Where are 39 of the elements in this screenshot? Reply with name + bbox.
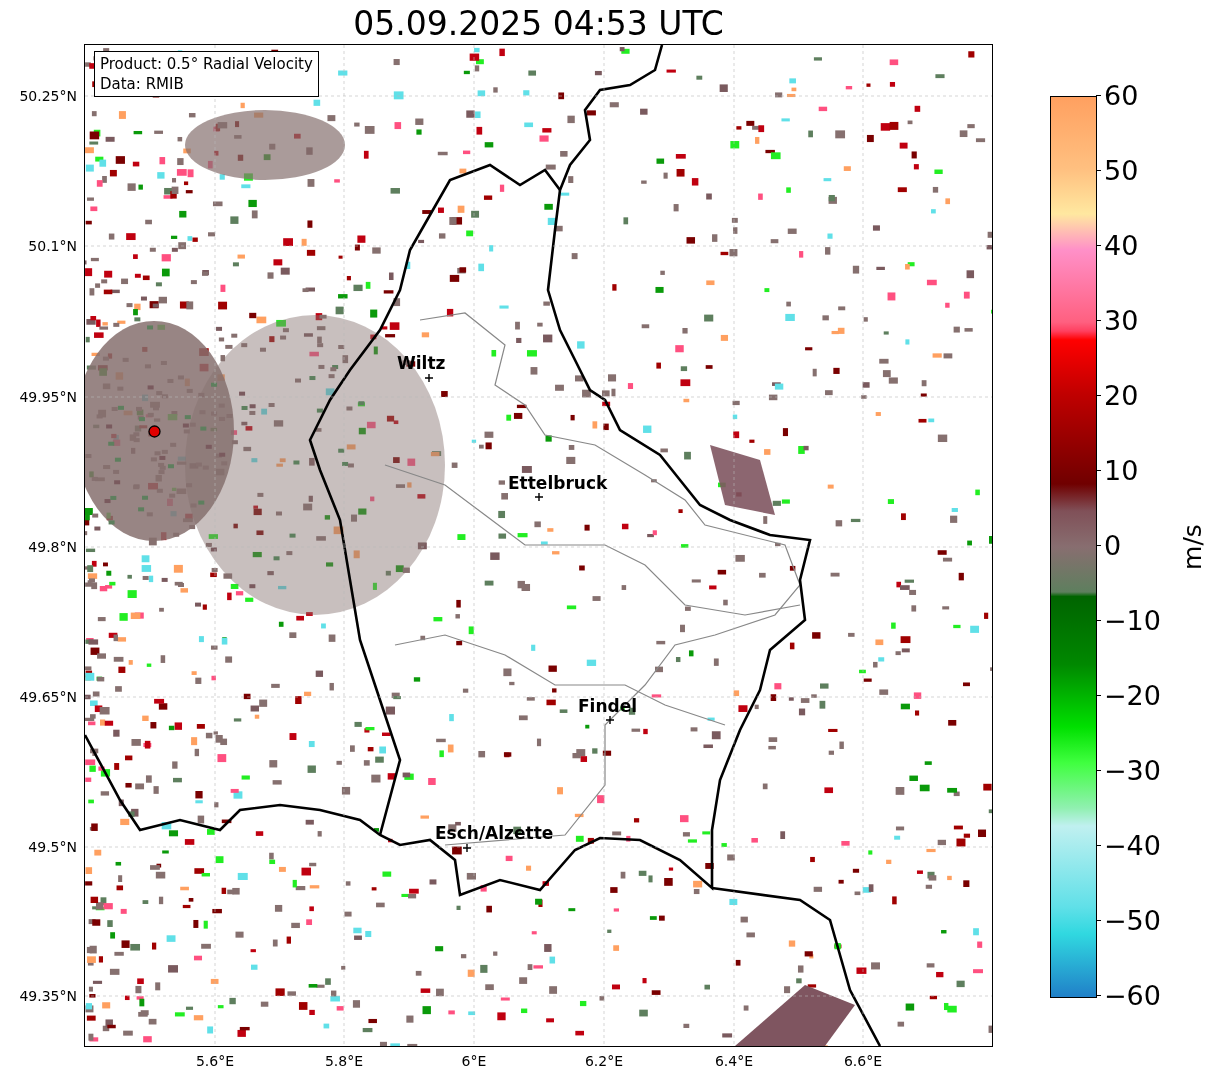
- latitude-label: 49.95°N: [19, 388, 77, 406]
- longitude-label: 6.2°E: [583, 1052, 625, 1070]
- longitude-label: 6.6°E: [842, 1052, 884, 1070]
- colorbar-tick-label: 30: [1104, 305, 1139, 337]
- latitude-label: 49.65°N: [19, 688, 77, 706]
- colorbar-tick-label: −30: [1104, 755, 1161, 787]
- colorbar-unit-label: m/s: [1177, 524, 1207, 570]
- radar-site-icon: [148, 425, 161, 438]
- latitude-label: 50.1°N: [28, 237, 77, 255]
- city-marker-icon: [535, 493, 543, 501]
- info-text: Data: RMIB: [100, 74, 185, 94]
- city-label: Esch/Alzette: [435, 823, 554, 843]
- colorbar-tick-label: 50: [1104, 155, 1139, 187]
- city-label: Ettelbruck: [508, 473, 608, 493]
- colorbar-tick-label: −40: [1104, 830, 1161, 862]
- info-text: Product: 0.5° Radial Velocity: [100, 54, 313, 74]
- colorbar-tick-label: 40: [1104, 230, 1139, 262]
- latitude-label: 49.5°N: [28, 838, 77, 856]
- latitude-label: 49.35°N: [19, 987, 77, 1005]
- longitude-label: 5.6°E: [194, 1052, 236, 1070]
- colorbar-tick-label: 20: [1104, 380, 1139, 412]
- colorbar-tick-label: 0: [1104, 530, 1122, 562]
- colorbar-tick-label: 60: [1104, 80, 1139, 112]
- colorbar-tick-label: −10: [1104, 605, 1161, 637]
- colorbar-tick-label: 10: [1104, 455, 1139, 487]
- city-label: Wiltz: [397, 353, 446, 373]
- colorbar-tick-label: −60: [1104, 980, 1161, 1012]
- city-marker-icon: [606, 716, 614, 724]
- longitude-label: 5.8°E: [323, 1052, 365, 1070]
- longitude-label: 6°E: [460, 1052, 488, 1070]
- colorbar-tick-label: −20: [1104, 680, 1161, 712]
- chart-title: 05.09.2025 04:53 UTC: [352, 4, 725, 44]
- city-label: Findel: [578, 696, 638, 716]
- city-marker-icon: [463, 844, 471, 852]
- longitude-label: 6.4°E: [713, 1052, 755, 1070]
- latitude-label: 49.8°N: [28, 538, 77, 556]
- city-marker-icon: [425, 374, 433, 382]
- latitude-label: 50.25°N: [19, 87, 77, 105]
- colorbar-tick-label: −50: [1104, 905, 1161, 937]
